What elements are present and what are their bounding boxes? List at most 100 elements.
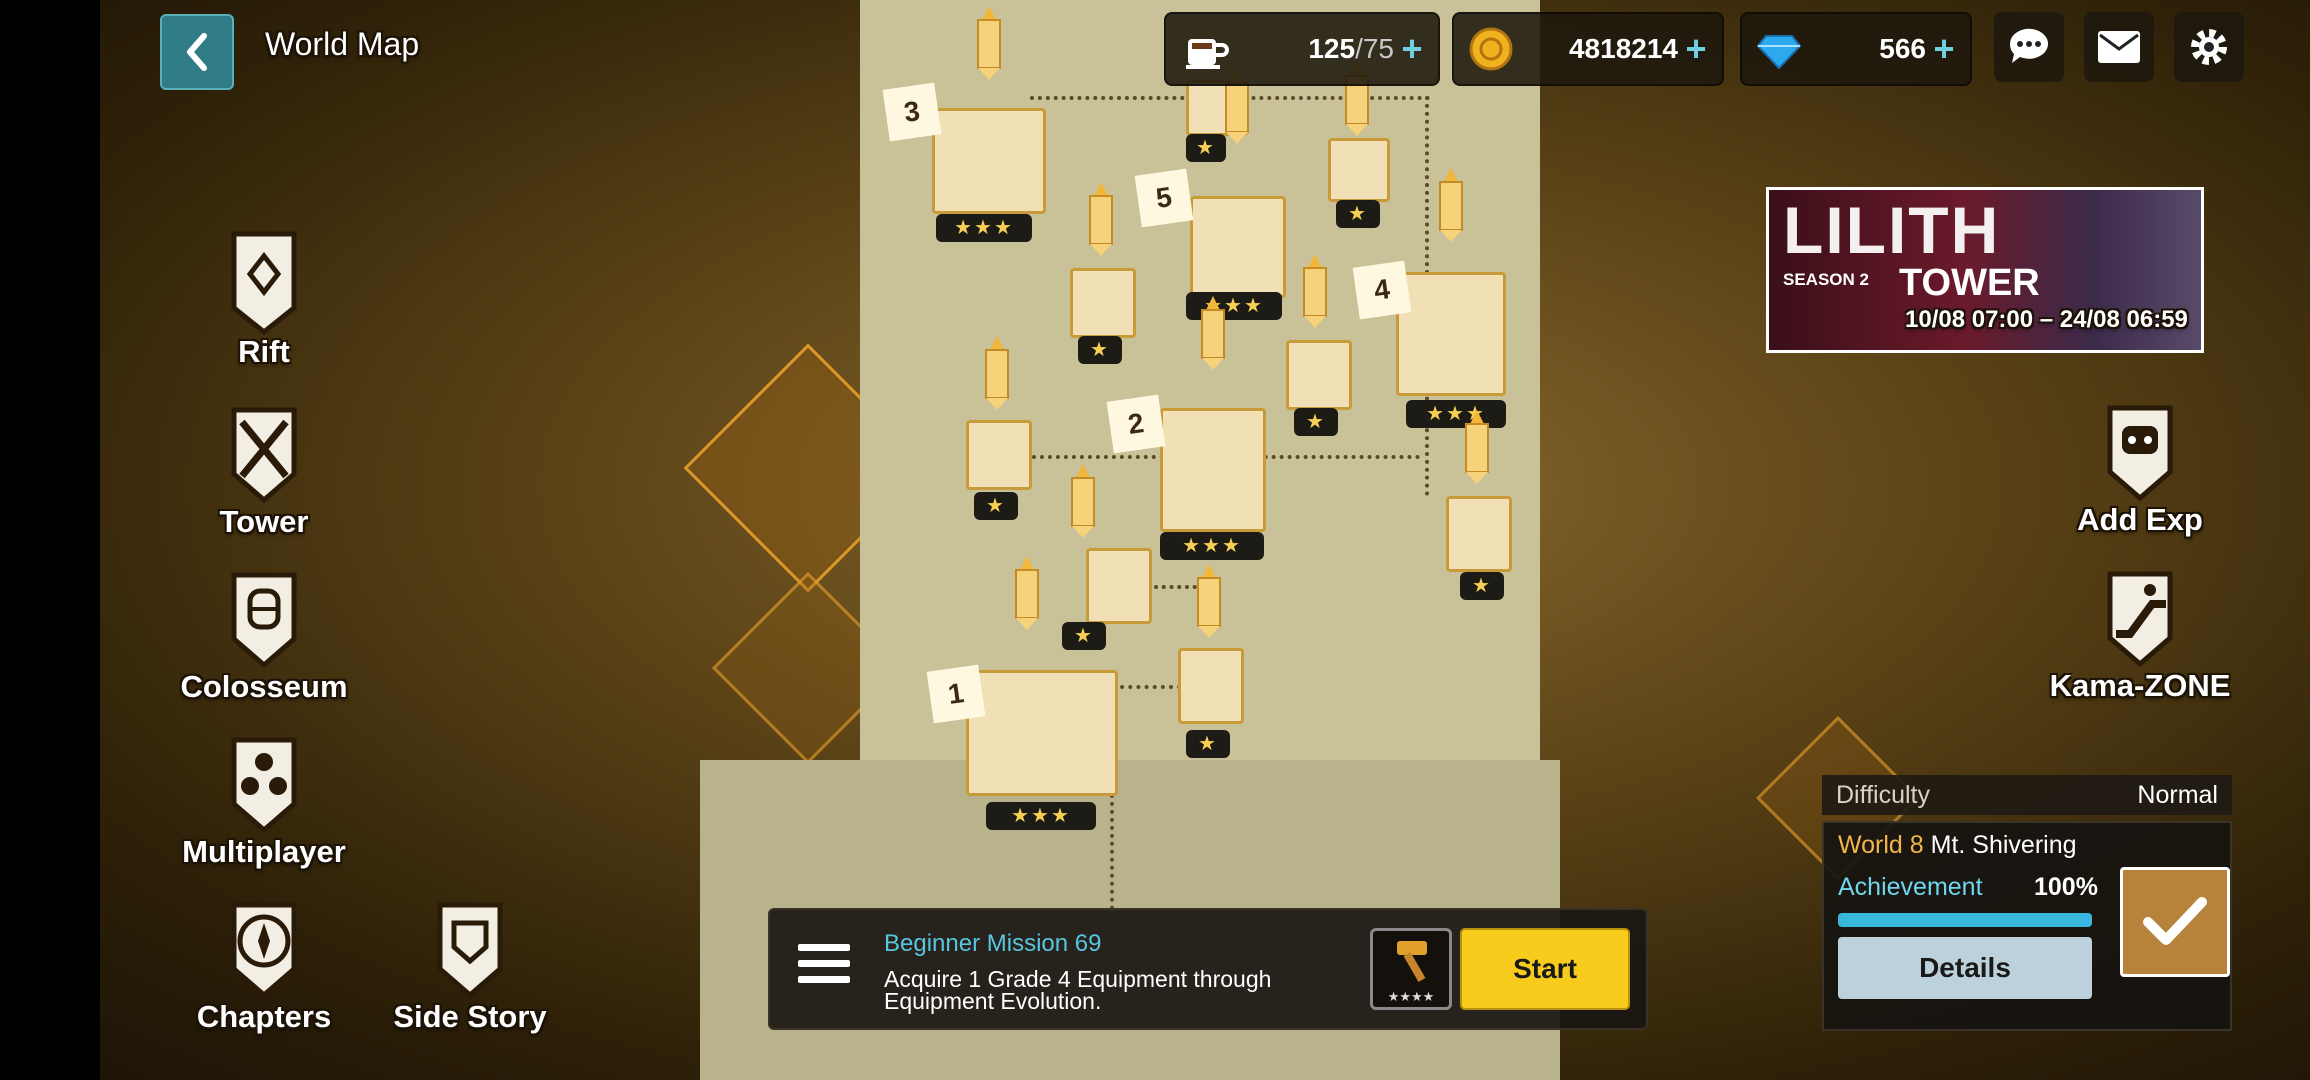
mail-button[interactable]: [2084, 12, 2154, 82]
menu-kama-zone[interactable]: Kama-ZONE: [2040, 564, 2240, 704]
chat-button[interactable]: [1994, 12, 2064, 82]
claim-reward-tile[interactable]: [2120, 867, 2230, 977]
add-gem-button[interactable]: +: [1926, 28, 1962, 70]
gold-value: 4818214: [1568, 33, 1678, 64]
stage-sword-marker: [1197, 564, 1221, 638]
coffee-cup-icon: [1186, 39, 1229, 69]
stage-stars: ★: [1294, 408, 1338, 436]
mission-panel: Beginner Mission 69 Acquire 1 Grade 4 Eq…: [768, 908, 1648, 1030]
stage-sword-marker: [1071, 464, 1095, 538]
banner-title: LILITH: [1783, 193, 2001, 267]
map-node[interactable]: [1286, 340, 1352, 410]
stage-stars: ★: [1460, 572, 1504, 600]
mission-menu-icon[interactable]: [798, 944, 850, 992]
start-button[interactable]: Start: [1460, 928, 1630, 1010]
stage-stars: ★: [1062, 622, 1106, 650]
stamina-max: /75: [1355, 33, 1394, 64]
crossed-swords-icon: [216, 400, 312, 510]
stage-number-badge: 5: [1134, 168, 1194, 228]
stage-number-badge: 1: [926, 664, 986, 724]
stage-sword-marker: [985, 336, 1009, 410]
map-stage-3[interactable]: [932, 108, 1046, 214]
map-stage-4[interactable]: [1396, 272, 1506, 396]
escalator-icon: [2092, 564, 2188, 674]
map-node[interactable]: [1070, 268, 1136, 338]
banner-dates: 10/08 07:00 – 24/08 06:59: [1905, 306, 2188, 333]
menu-colosseum[interactable]: Colosseum: [164, 565, 364, 705]
mission-title: Beginner Mission 69: [884, 930, 1102, 957]
stage-number-badge: 3: [882, 82, 942, 142]
map-stage-5[interactable]: [1190, 196, 1286, 298]
achievement-progress-fill: [1838, 913, 2092, 927]
stage-sword-marker: [1303, 254, 1327, 328]
reward-stars: ★★★★: [1387, 989, 1435, 1004]
gem-counter: 566 +: [1740, 12, 1972, 86]
stage-sword-marker: [1201, 296, 1225, 370]
menu-rift[interactable]: Rift: [164, 230, 364, 370]
map-node[interactable]: [1328, 138, 1390, 202]
shield-icon: [422, 895, 518, 1005]
map-stage-1[interactable]: [966, 670, 1118, 796]
menu-multiplayer[interactable]: Multiplayer: [164, 730, 364, 870]
gear-icon: [2191, 29, 2227, 65]
map-node[interactable]: [1086, 548, 1152, 624]
stage-sword-marker: [1015, 556, 1039, 630]
menu-side-story[interactable]: Side Story: [370, 895, 570, 1035]
stage-number-badge: 2: [1106, 394, 1166, 454]
mission-reward[interactable]: ★★★★: [1370, 928, 1452, 1010]
stamina-counter: 125/75 +: [1164, 12, 1440, 86]
chat-bubble-icon: [2009, 28, 2048, 64]
hammer-icon: [1397, 941, 1427, 983]
stage-sword-marker: [977, 6, 1001, 80]
gem-icon: [1756, 35, 1802, 70]
event-banner[interactable]: LILITH SEASON 2 TOWER 10/08 07:00 – 24/0…: [1766, 187, 2204, 353]
difficulty-label: Difficulty: [1836, 780, 1931, 809]
world-name: Mt. Shivering: [1930, 831, 2077, 859]
add-gold-button[interactable]: +: [1678, 28, 1714, 70]
map-node[interactable]: [1178, 648, 1244, 724]
add-stamina-button[interactable]: +: [1394, 28, 1430, 70]
stage-stars: ★★★: [986, 802, 1096, 830]
back-button[interactable]: [160, 14, 234, 90]
menu-chapters[interactable]: Chapters: [164, 895, 364, 1035]
stage-stars: ★★★: [1160, 532, 1264, 560]
stage-stars: ★: [974, 492, 1018, 520]
settings-button[interactable]: [2174, 12, 2244, 82]
world-number: World 8: [1838, 831, 1924, 859]
banner-subtitle: TOWER: [1899, 262, 2040, 304]
stage-sword-marker: [1439, 168, 1463, 242]
stage-stars: ★: [1186, 730, 1230, 758]
details-button[interactable]: Details: [1838, 937, 2092, 999]
chevron-left-icon: [187, 33, 207, 71]
gem-value: 566: [1879, 33, 1926, 64]
stage-number-badge: 4: [1352, 260, 1412, 320]
map-stage-2[interactable]: [1160, 408, 1266, 532]
world-title: World 8 Mt. Shivering: [1838, 831, 2077, 860]
menu-tower[interactable]: Tower: [164, 400, 364, 540]
checkmark-icon: [2143, 897, 2207, 945]
gold-coin-icon: [1469, 27, 1513, 71]
world-info-panel: Difficulty Normal World 8 Mt. Shivering …: [1822, 775, 2232, 1035]
achievement-progress-bar: [1838, 913, 2092, 927]
achievement-value: 100%: [2034, 873, 2098, 901]
knight-helmet-icon: [216, 565, 312, 675]
banner-season: SEASON 2: [1783, 270, 1869, 289]
left-black-bar: [0, 0, 100, 1080]
map-node[interactable]: [966, 420, 1032, 490]
world-box: World 8 Mt. Shivering Achievement 100% D…: [1822, 821, 2232, 1031]
stage-sword-marker: [1465, 410, 1489, 484]
difficulty-row[interactable]: Difficulty Normal: [1822, 775, 2232, 815]
gold-counter: 4818214 +: [1452, 12, 1724, 86]
party-icon: [216, 730, 312, 840]
page-title: World Map: [265, 26, 420, 62]
achievement-label: Achievement: [1838, 873, 1983, 901]
map-node[interactable]: [1446, 496, 1512, 572]
rift-emblem-icon: [216, 230, 312, 340]
robot-icon: [2092, 398, 2188, 508]
menu-add-exp[interactable]: Add Exp: [2040, 398, 2240, 538]
stage-stars: ★: [1336, 200, 1380, 228]
compass-icon: [216, 895, 312, 1005]
stage-stars: ★★★: [936, 214, 1032, 242]
envelope-icon: [2098, 31, 2140, 63]
mission-description: Acquire 1 Grade 4 Equipment through Equi…: [884, 966, 1272, 1014]
